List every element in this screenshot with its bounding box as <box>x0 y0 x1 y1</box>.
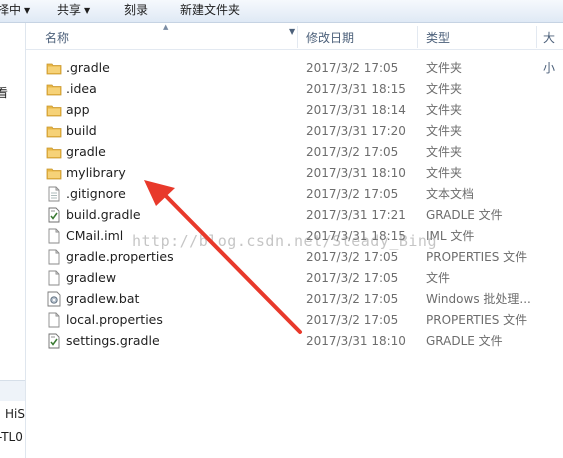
file-date: 2017/3/2 17:05 <box>306 292 399 306</box>
nav-item-partial[interactable]: HiS <box>5 407 25 421</box>
file-icon <box>46 312 62 328</box>
gradle-file-icon <box>46 207 62 223</box>
folder-icon <box>46 60 62 76</box>
file-type: 文本文档 <box>426 187 475 201</box>
file-date: 2017/3/2 17:05 <box>306 61 399 75</box>
file-name: gradlew <box>66 270 117 285</box>
file-name: settings.gradle <box>66 333 160 348</box>
column-header: ▲ 名称 ▼ 修改日期 类型 大小 <box>26 23 563 75</box>
navigation-pane[interactable]: 看 HiS -TL0 <box>0 23 26 458</box>
file-type: 文件夹 <box>426 82 463 96</box>
file-row[interactable]: .gitignore 2017/3/2 17:05 文本文档 <box>26 184 563 205</box>
new-folder-button[interactable]: 新建文件夹 <box>180 2 240 18</box>
file-name: build <box>66 123 97 138</box>
sort-ascending-icon: ▲ <box>163 23 169 31</box>
file-name: mylibrary <box>66 165 126 180</box>
file-date: 2017/3/31 18:10 <box>306 166 406 180</box>
folder-icon <box>46 81 62 97</box>
file-name: build.gradle <box>66 207 141 222</box>
file-date: 2017/3/31 17:20 <box>306 124 406 138</box>
file-row[interactable]: gradlew.bat 2017/3/2 17:05 Windows 批处理..… <box>26 289 563 310</box>
file-name: gradle <box>66 144 106 159</box>
file-icon <box>46 228 62 244</box>
nav-item-partial[interactable]: 看 <box>0 84 8 101</box>
file-row[interactable]: build 2017/3/31 17:20 文件夹 <box>26 121 563 142</box>
file-type: 文件夹 <box>426 124 463 138</box>
column-divider[interactable] <box>536 26 537 48</box>
file-type: GRADLE 文件 <box>426 208 503 222</box>
column-header-name[interactable]: 名称 <box>45 23 69 49</box>
chevron-down-icon: ▼ <box>24 6 31 15</box>
file-date: 2017/3/2 17:05 <box>306 271 399 285</box>
file-type: 文件夹 <box>426 103 463 117</box>
file-icon <box>46 249 62 265</box>
organize-menu-partial[interactable]: 择中 ▼ <box>0 2 30 18</box>
file-type: IML 文件 <box>426 229 475 243</box>
file-row[interactable]: build.gradle 2017/3/31 17:21 GRADLE 文件 <box>26 205 563 226</box>
file-date: 2017/3/31 18:15 <box>306 82 406 96</box>
chevron-down-icon[interactable]: ▼ <box>289 27 295 36</box>
file-type: Windows 批处理... <box>426 292 531 306</box>
file-row[interactable]: gradle.properties 2017/3/2 17:05 PROPERT… <box>26 247 563 268</box>
folder-icon <box>46 165 62 181</box>
nav-item-partial[interactable]: -TL0 <box>0 430 23 444</box>
folder-icon <box>46 123 62 139</box>
file-date: 2017/3/31 18:10 <box>306 334 406 348</box>
file-row[interactable]: gradlew 2017/3/2 17:05 文件 <box>26 268 563 289</box>
file-type: GRADLE 文件 <box>426 334 503 348</box>
file-name: .gradle <box>66 60 110 75</box>
text-file-icon <box>46 186 62 202</box>
column-divider[interactable] <box>417 26 418 48</box>
file-row[interactable]: settings.gradle 2017/3/31 18:10 GRADLE 文… <box>26 331 563 352</box>
folder-icon <box>46 144 62 160</box>
share-menu[interactable]: 共享 ▼ <box>57 2 90 18</box>
command-bar: 择中 ▼ 共享 ▼ 刻录 新建文件夹 <box>0 0 563 23</box>
file-date: 2017/3/31 18:15 <box>306 229 406 243</box>
file-type: 文件夹 <box>426 145 463 159</box>
file-name: CMail.iml <box>66 228 124 243</box>
file-type: 文件夹 <box>426 61 463 75</box>
file-date: 2017/3/2 17:05 <box>306 250 399 264</box>
file-type: PROPERTIES 文件 <box>426 250 528 264</box>
column-divider[interactable] <box>297 26 298 48</box>
file-row[interactable]: .idea 2017/3/31 18:15 文件夹 <box>26 79 563 100</box>
file-type: 文件夹 <box>426 166 463 180</box>
file-name: .gitignore <box>66 186 126 201</box>
burn-button[interactable]: 刻录 <box>124 2 148 18</box>
file-date: 2017/3/2 17:05 <box>306 313 399 327</box>
column-header-type[interactable]: 类型 <box>426 23 450 49</box>
file-icon <box>46 270 62 286</box>
file-row[interactable]: local.properties 2017/3/2 17:05 PROPERTI… <box>26 310 563 331</box>
file-name: app <box>66 102 90 117</box>
file-date: 2017/3/2 17:05 <box>306 187 399 201</box>
folder-icon <box>46 102 62 118</box>
file-name: .idea <box>66 81 97 96</box>
file-name: gradle.properties <box>66 249 174 264</box>
file-row[interactable]: .gradle 2017/3/2 17:05 文件夹 <box>26 58 563 79</box>
file-name: local.properties <box>66 312 163 327</box>
batch-file-icon <box>46 291 62 307</box>
file-row[interactable]: app 2017/3/31 18:14 文件夹 <box>26 100 563 121</box>
file-row[interactable]: mylibrary 2017/3/31 18:10 文件夹 <box>26 163 563 184</box>
file-type: PROPERTIES 文件 <box>426 313 528 327</box>
file-row[interactable]: CMail.iml 2017/3/31 18:15 IML 文件 <box>26 226 563 247</box>
file-date: 2017/3/31 18:14 <box>306 103 406 117</box>
gradle-file-icon <box>46 333 62 349</box>
file-type: 文件 <box>426 271 451 285</box>
organize-label: 择中 <box>0 3 22 17</box>
column-header-size[interactable]: 大小 <box>543 23 563 75</box>
column-header-date[interactable]: 修改日期 <box>306 23 354 49</box>
nav-pane-divider <box>0 380 25 401</box>
file-name: gradlew.bat <box>66 291 140 306</box>
share-label: 共享 <box>57 3 82 17</box>
file-date: 2017/3/31 17:21 <box>306 208 406 222</box>
file-row[interactable]: gradle 2017/3/2 17:05 文件夹 <box>26 142 563 163</box>
chevron-down-icon: ▼ <box>84 6 91 15</box>
file-date: 2017/3/2 17:05 <box>306 145 399 159</box>
